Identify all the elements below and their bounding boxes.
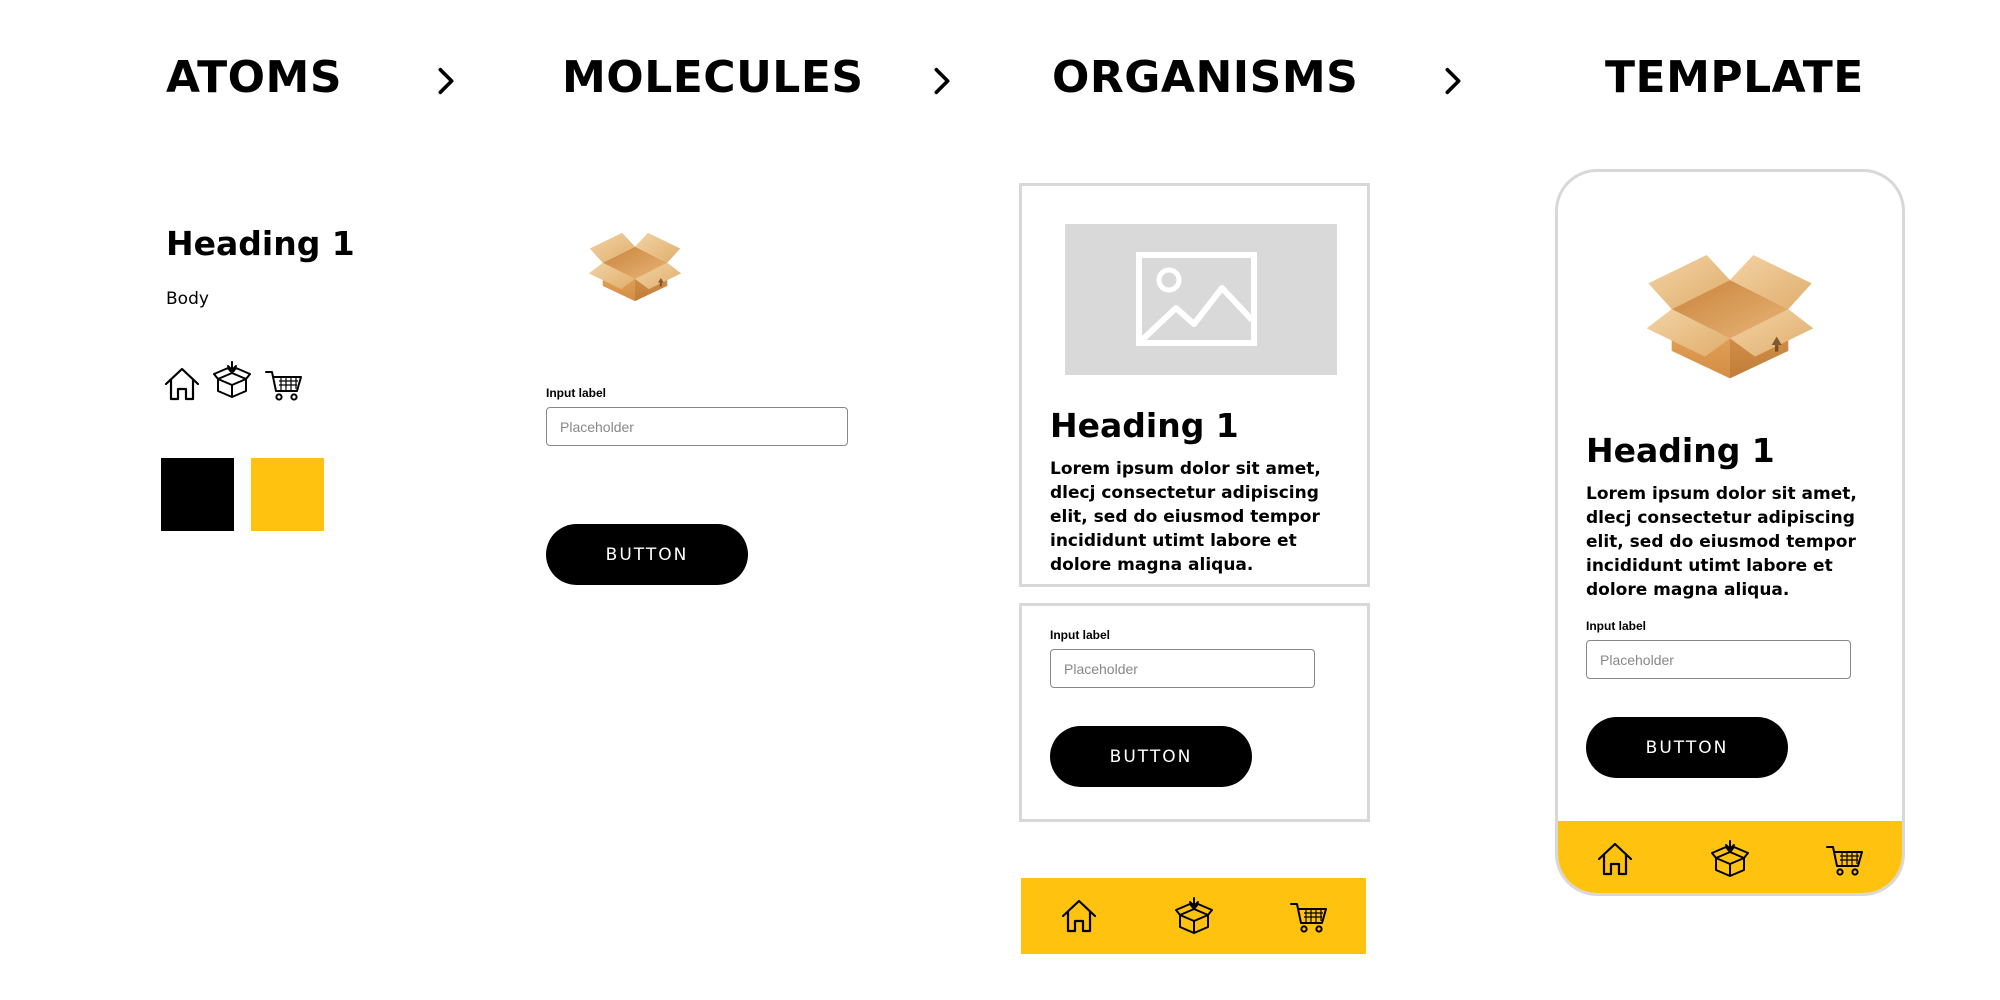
bottom-nav-bar — [1558, 821, 1902, 893]
input-label: Input label — [1586, 619, 1646, 633]
chevron-right-icon — [929, 64, 955, 98]
bottom-nav-bar — [1021, 878, 1366, 954]
atoms-heading-sample: Heading 1 — [166, 224, 355, 263]
primary-button[interactable]: BUTTON — [546, 524, 748, 585]
card-heading: Heading 1 — [1050, 406, 1239, 445]
phone-frame: Heading 1 Lorem ipsum dolor sit amet, dl… — [1555, 169, 1905, 896]
chevron-right-icon — [1440, 64, 1466, 98]
box-icon[interactable] — [1710, 839, 1750, 879]
template-body-text: Lorem ipsum dolor sit amet, dlecj consec… — [1586, 484, 1857, 600]
color-swatch-yellow — [251, 458, 324, 531]
column-title-organisms: ORGANISMS — [1052, 52, 1359, 103]
box-illustration — [1644, 230, 1816, 380]
cart-icon[interactable] — [1825, 839, 1865, 879]
column-title-template: TEMPLATE — [1605, 52, 1864, 103]
input-label: Input label — [546, 386, 606, 400]
input-label: Input label — [1050, 628, 1110, 642]
form-card: Input label Placeholder BUTTON — [1019, 603, 1370, 822]
box-icon[interactable] — [1174, 896, 1214, 936]
box-illustration — [583, 219, 687, 302]
column-title-atoms: ATOMS — [166, 52, 343, 103]
text-input[interactable]: Placeholder — [546, 407, 848, 446]
home-icon[interactable] — [1595, 839, 1635, 879]
column-title-molecules: MOLECULES — [562, 52, 864, 103]
content-card: Heading 1 Lorem ipsum dolor sit amet, dl… — [1019, 183, 1370, 587]
card-body-text: Lorem ipsum dolor sit amet, dlecj consec… — [1050, 459, 1321, 575]
primary-button[interactable]: BUTTON — [1586, 717, 1788, 778]
box-icon — [212, 360, 252, 400]
color-swatch-black — [161, 458, 234, 531]
home-icon[interactable] — [1059, 896, 1099, 936]
text-input[interactable]: Placeholder — [1586, 640, 1851, 679]
text-input[interactable]: Placeholder — [1050, 649, 1315, 688]
primary-button[interactable]: BUTTON — [1050, 726, 1252, 787]
input-placeholder: Placeholder — [560, 418, 634, 435]
atoms-body-sample: Body — [166, 289, 209, 309]
home-icon — [162, 364, 202, 404]
image-placeholder — [1065, 224, 1337, 375]
image-icon — [1136, 252, 1257, 346]
cart-icon[interactable] — [1289, 896, 1329, 936]
cart-icon — [264, 364, 304, 404]
template-heading: Heading 1 — [1586, 431, 1775, 470]
chevron-right-icon — [433, 64, 459, 98]
input-placeholder: Placeholder — [1064, 660, 1138, 677]
input-placeholder: Placeholder — [1600, 651, 1674, 668]
